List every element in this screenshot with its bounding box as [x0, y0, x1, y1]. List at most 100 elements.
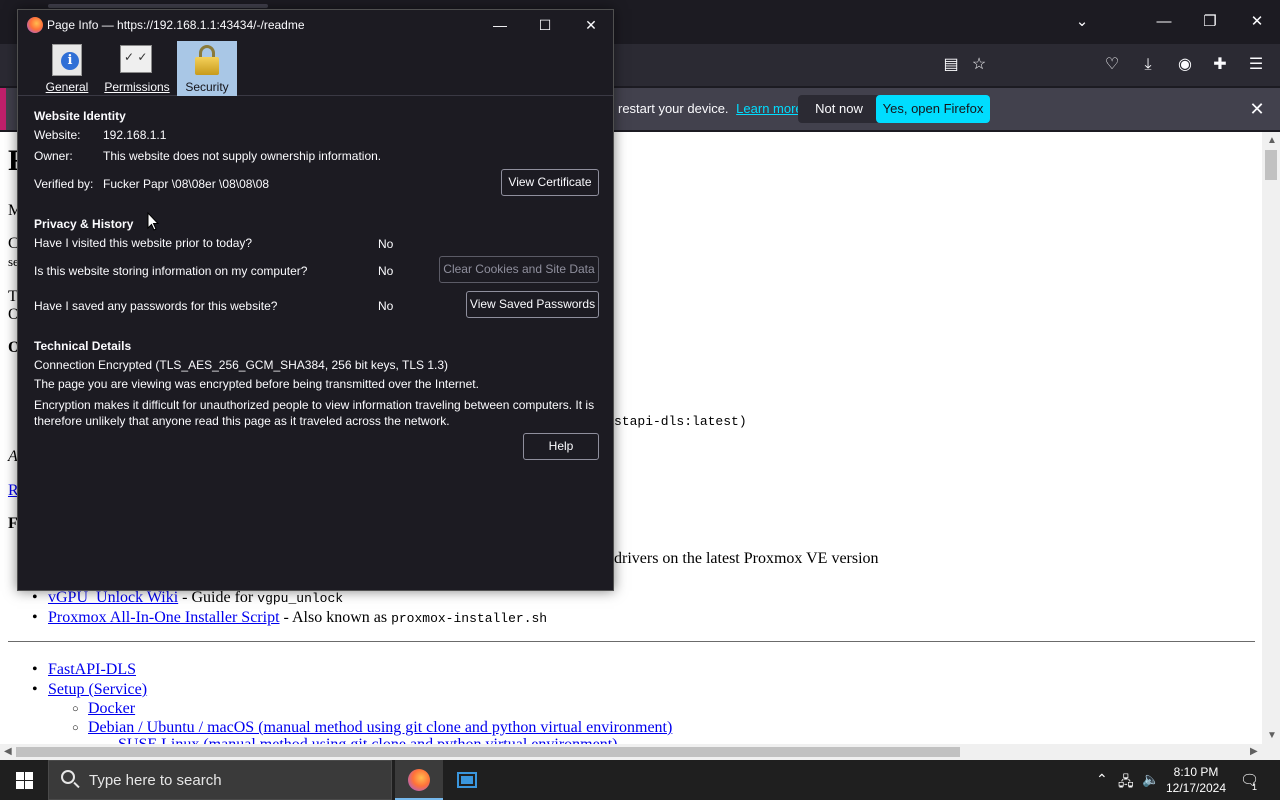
minimize-icon[interactable]: —: [1152, 10, 1176, 34]
owner-value: This website does not supply ownership i…: [103, 149, 382, 163]
not-now-button[interactable]: Not now: [798, 95, 880, 123]
menu-icon[interactable]: ☰: [1243, 52, 1269, 78]
visited-question: Have I visited this website prior to tod…: [34, 236, 253, 250]
windows-taskbar: Type here to search ⌃ 🖧 🔈 8:10 PM 12/17/…: [0, 760, 1280, 800]
network-icon[interactable]: 🖧: [1118, 771, 1134, 795]
connection-encrypted-text: Connection Encrypted (TLS_AES_256_GCM_SH…: [34, 358, 449, 372]
scroll-left-icon[interactable]: ◀: [4, 746, 12, 757]
encrypted-transmission-text: The page you are viewing was encrypted b…: [34, 377, 479, 391]
clear-cookies-button[interactable]: Clear Cookies and Site Data: [439, 256, 599, 283]
close-dialog-icon[interactable]: ✕: [580, 14, 602, 36]
text-fragment: drivers on the latest Proxmox VE version: [614, 550, 879, 567]
learn-more-link[interactable]: Learn more: [736, 101, 802, 116]
suse-link[interactable]: SUSE Linux (manual method using git clon…: [118, 736, 617, 744]
active-tab[interactable]: [48, 4, 268, 8]
owner-label: Owner:: [34, 149, 73, 163]
taskbar-app-window[interactable]: [443, 760, 491, 800]
passwords-question: Have I saved any passwords for this webs…: [34, 299, 278, 313]
list-item: Debian / Ubuntu / macOS (manual method u…: [72, 718, 672, 738]
dialog-title: Page Info — https://192.168.1.1:43434/-/…: [47, 18, 305, 32]
debian-ubuntu-macos-link[interactable]: Debian / Ubuntu / macOS (manual method u…: [88, 719, 672, 736]
dialog-titlebar[interactable]: Page Info — https://192.168.1.1:43434/-/…: [18, 10, 613, 41]
website-identity-heading: Website Identity: [34, 109, 126, 123]
dialog-tabs: General Permissions Security: [18, 41, 613, 96]
privacy-history-heading: Privacy & History: [34, 217, 134, 231]
downloads-icon[interactable]: ⤓: [1135, 52, 1161, 78]
list-all-tabs-icon[interactable]: ⌄: [1070, 10, 1094, 34]
tab-permissions[interactable]: Permissions: [104, 41, 170, 96]
show-hidden-icons-icon[interactable]: ⌃: [1096, 771, 1108, 788]
tab-label: Security: [185, 80, 229, 94]
reader-view-icon[interactable]: ▤: [938, 52, 964, 78]
extensions-icon[interactable]: ✚: [1207, 52, 1233, 78]
technical-details-heading: Technical Details: [34, 339, 132, 353]
website-value: 192.168.1.1: [103, 128, 167, 142]
minimize-icon[interactable]: —: [489, 14, 511, 36]
toc-list: FastAPI-DLS Setup (Service): [32, 660, 147, 699]
proxmox-installer-link[interactable]: Proxmox All-In-One Installer Script: [48, 609, 280, 626]
vertical-scrollbar[interactable]: ▲ ▼: [1262, 132, 1280, 744]
firefox-icon: [408, 769, 430, 791]
list-item: vGPU_Unlock Wiki - Guide for vgpu_unlock: [32, 588, 547, 608]
mouse-cursor-icon: [147, 212, 159, 231]
passwords-answer: No: [378, 299, 394, 313]
clock-date: 12/17/2024: [1165, 781, 1227, 795]
taskbar-firefox-app[interactable]: [395, 760, 443, 800]
list-item: Proxmox All-In-One Installer Script - Al…: [32, 608, 548, 628]
notification-count-badge: 1: [1252, 782, 1258, 792]
storing-question: Is this website storing information on m…: [34, 264, 308, 278]
tab-general[interactable]: General: [35, 41, 99, 96]
search-placeholder: Type here to search: [89, 772, 222, 789]
pocket-icon[interactable]: ♡: [1099, 52, 1125, 78]
tab-label: General: [45, 80, 89, 94]
page-info-dialog: Page Info — https://192.168.1.1:43434/-/…: [17, 9, 614, 591]
help-button[interactable]: Help: [523, 433, 599, 460]
bookmark-star-icon[interactable]: ☆: [966, 52, 992, 78]
open-firefox-button[interactable]: Yes, open Firefox: [876, 95, 990, 123]
volume-icon[interactable]: 🔈: [1142, 771, 1159, 788]
close-notification-icon[interactable]: ✕: [1246, 98, 1268, 120]
horizontal-scrollbar[interactable]: ◀ ▶: [0, 744, 1280, 760]
encryption-explanation-text: Encryption makes it difficult for unauth…: [34, 398, 595, 428]
notification-message: restart your device.: [618, 101, 729, 116]
setup-service-link[interactable]: Setup (Service): [48, 681, 147, 698]
divider: [8, 641, 1255, 642]
firefox-logo-icon: [27, 17, 43, 33]
fastapi-dls-link[interactable]: FastAPI-DLS: [48, 661, 136, 678]
clock-time: 8:10 PM: [1173, 765, 1219, 779]
scroll-right-icon[interactable]: ▶: [1250, 746, 1258, 757]
taskbar-search-box[interactable]: Type here to search: [48, 760, 392, 800]
view-certificate-button[interactable]: View Certificate: [501, 169, 599, 196]
search-icon: [61, 770, 75, 784]
resource-list: vGPU_Unlock Wiki - Guide for vgpu_unlock…: [32, 588, 548, 628]
list-item: Docker: [72, 699, 672, 719]
scroll-up-icon[interactable]: ▲: [1267, 135, 1277, 146]
tab-security[interactable]: Security: [177, 41, 237, 96]
verified-by-value: Fucker Papr \08\08er \08\08\08: [103, 177, 270, 191]
view-saved-passwords-button[interactable]: View Saved Passwords: [466, 291, 599, 318]
toc-sublist: Docker Debian / Ubuntu / macOS (manual m…: [72, 699, 672, 738]
vgpu-unlock-wiki-link[interactable]: vGPU_Unlock Wiki: [48, 589, 178, 606]
account-icon[interactable]: ◉: [1172, 52, 1198, 78]
permissions-icon: [120, 45, 152, 73]
tab-label: Permissions: [104, 80, 170, 94]
scroll-thumb[interactable]: [16, 747, 960, 757]
code-proxmox-installer: proxmox-installer.sh: [391, 611, 548, 626]
lock-icon: [194, 45, 220, 75]
scroll-down-icon[interactable]: ▼: [1267, 730, 1277, 741]
list-item: Setup (Service): [32, 680, 147, 699]
scroll-thumb[interactable]: [1265, 150, 1277, 180]
code-fragment: stapi-dls:latest): [614, 414, 747, 429]
restore-icon[interactable]: ❐: [1198, 10, 1222, 34]
maximize-icon[interactable]: ☐: [534, 14, 556, 36]
close-window-icon[interactable]: ✕: [1245, 10, 1269, 34]
docker-link[interactable]: Docker: [88, 700, 135, 717]
visited-answer: No: [378, 237, 394, 251]
code-vgpu-unlock: vgpu_unlock: [257, 591, 344, 606]
storing-answer: No: [378, 264, 394, 278]
list-item: FastAPI-DLS: [32, 660, 147, 679]
verified-by-label: Verified by:: [34, 177, 94, 191]
clock[interactable]: 8:10 PM 12/17/2024: [1160, 764, 1232, 796]
website-label: Website:: [34, 128, 81, 142]
windows-start-icon[interactable]: [0, 760, 48, 800]
